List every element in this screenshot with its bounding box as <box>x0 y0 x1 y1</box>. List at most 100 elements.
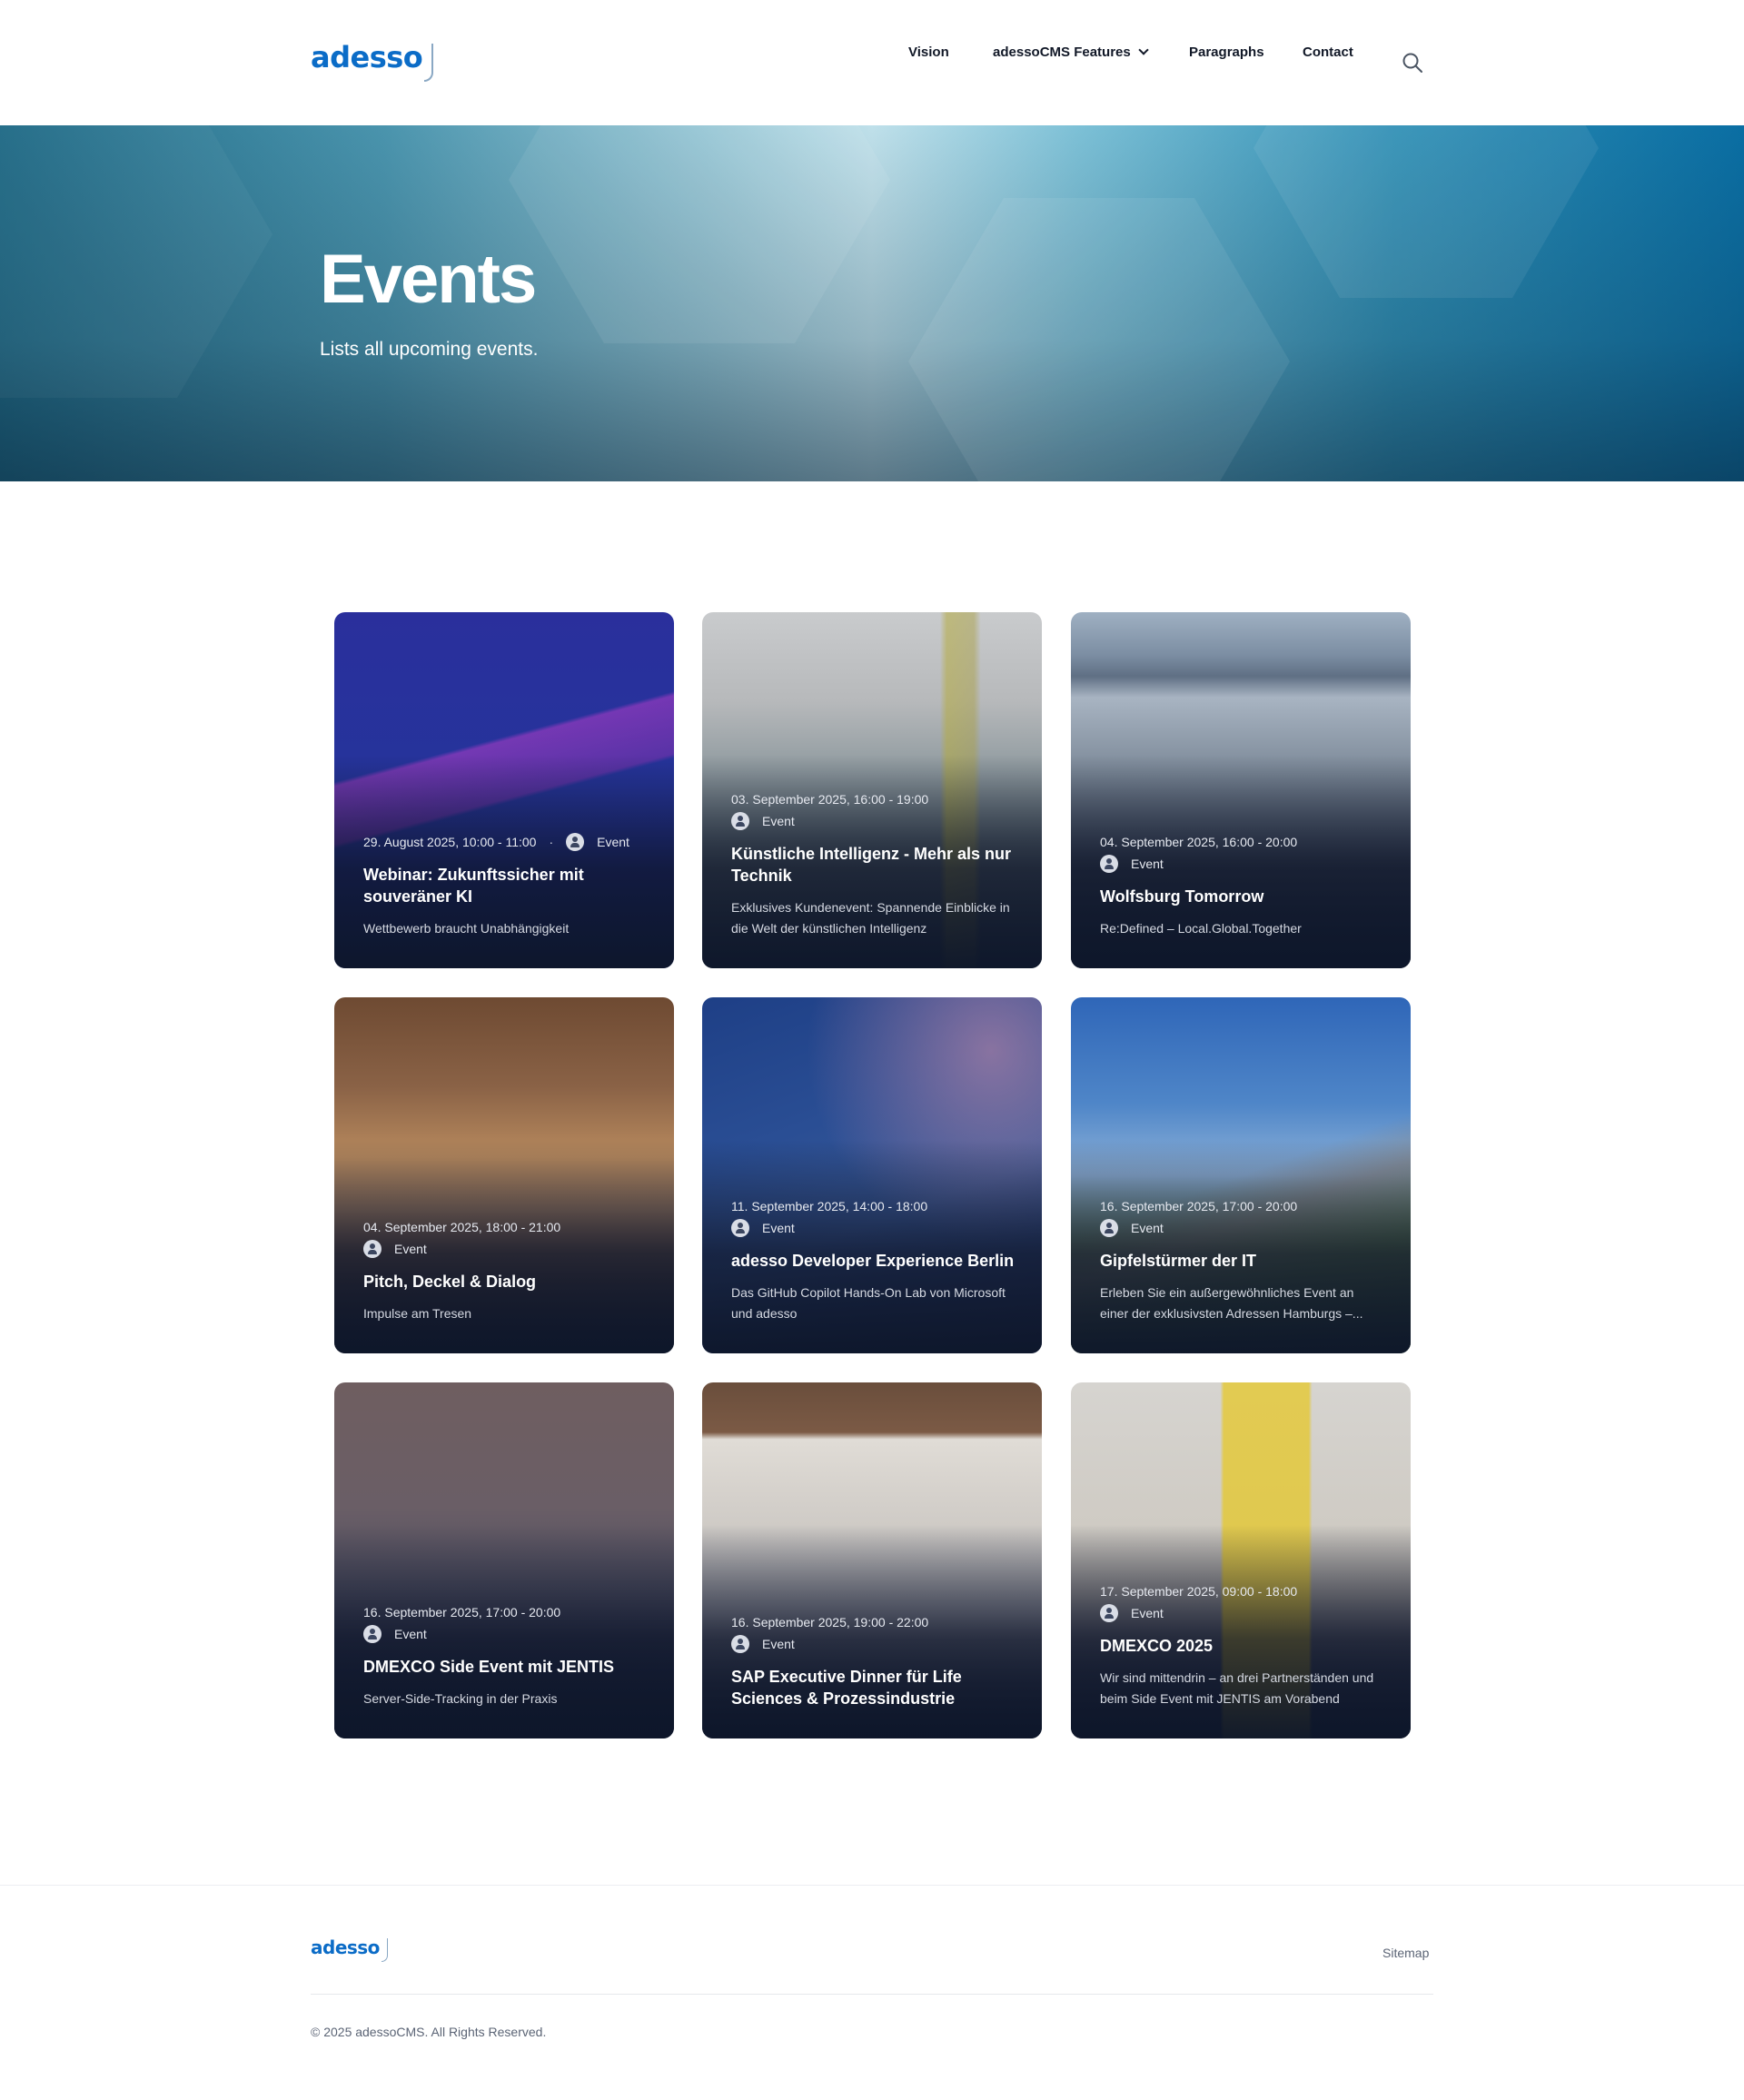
event-card-content: 16. September 2025, 17:00 - 20:00 Event … <box>363 1605 647 1709</box>
event-date: 16. September 2025, 17:00 - 20:00 <box>1100 1199 1298 1213</box>
hero-hexagon-decoration <box>908 198 1290 481</box>
event-title: Gipfelstürmer der IT <box>1100 1252 1257 1270</box>
event-date: 03. September 2025, 16:00 - 19:00 <box>731 792 929 807</box>
event-type-label: Event <box>394 1242 427 1256</box>
event-description: Exklusives Kundenevent: Spannende Einbli… <box>731 900 1010 936</box>
event-title: Künstliche Intelligenz - Mehr als nur Te… <box>731 845 1012 885</box>
nav-item-vision[interactable]: Vision <box>908 45 949 60</box>
person-icon <box>1100 1604 1118 1622</box>
sitemap-link[interactable]: Sitemap <box>1382 1946 1429 1960</box>
nav-item-contact[interactable]: Contact <box>1303 45 1353 60</box>
person-icon <box>1100 855 1118 873</box>
event-type-label: Event <box>1131 1221 1164 1235</box>
event-card[interactable]: 04. September 2025, 18:00 - 21:00 Event … <box>334 997 674 1353</box>
event-type: Event <box>1100 1604 1164 1622</box>
chevron-down-icon <box>1138 44 1149 55</box>
event-type: Event <box>363 1625 427 1643</box>
event-type: Event <box>1100 855 1164 873</box>
search-icon <box>1402 53 1422 73</box>
event-title: DMEXCO 2025 <box>1100 1637 1214 1655</box>
event-card-content: 03. September 2025, 16:00 - 19:00 Event … <box>731 792 1015 939</box>
event-card-content: 17. September 2025, 09:00 - 18:00 Event … <box>1100 1584 1383 1709</box>
event-title: DMEXCO Side Event mit JENTIS <box>363 1658 615 1676</box>
hero-hexagon-decoration <box>1254 125 1599 298</box>
event-card-content: 16. September 2025, 19:00 - 22:00 Event … <box>731 1615 1015 1709</box>
event-card[interactable]: 11. September 2025, 14:00 - 18:00 Event … <box>702 997 1042 1353</box>
event-card[interactable]: 16. September 2025, 19:00 - 22:00 Event … <box>702 1382 1042 1738</box>
adesso-logo[interactable]: adesso <box>311 40 434 82</box>
event-card[interactable]: 16. September 2025, 17:00 - 20:00 Event … <box>1071 997 1411 1353</box>
event-type-label: Event <box>1131 857 1164 871</box>
event-date: 16. September 2025, 19:00 - 22:00 <box>731 1615 929 1629</box>
event-title: Webinar: Zukunftssicher mit souveräner K… <box>363 866 584 906</box>
search-button[interactable] <box>1401 51 1424 74</box>
event-type: Event <box>1100 1219 1164 1237</box>
event-card[interactable]: 04. September 2025, 16:00 - 20:00 Event … <box>1071 612 1411 968</box>
person-icon <box>363 1240 382 1258</box>
meta-separator: · <box>549 835 554 849</box>
event-card[interactable]: 03. September 2025, 16:00 - 19:00 Event … <box>702 612 1042 968</box>
event-description: Das GitHub Copilot Hands-On Lab von Micr… <box>731 1285 1006 1321</box>
person-icon <box>1100 1219 1118 1237</box>
event-date: 04. September 2025, 16:00 - 20:00 <box>1100 835 1298 849</box>
event-card[interactable]: 16. September 2025, 17:00 - 20:00 Event … <box>334 1382 674 1738</box>
hero-banner: Events Lists all upcoming events. <box>0 125 1744 481</box>
event-title: adesso Developer Experience Berlin <box>731 1252 1015 1270</box>
event-card[interactable]: 29. August 2025, 10:00 - 11:00 · Event W… <box>334 612 674 968</box>
person-icon <box>731 1219 749 1237</box>
footer-logo[interactable]: adesso <box>311 1937 388 1962</box>
copyright-text: © 2025 adessoCMS. All Rights Reserved. <box>311 2025 547 2039</box>
event-meta: 17. September 2025, 09:00 - 18:00 Event <box>1100 1584 1383 1622</box>
logo-mark-icon <box>424 44 434 82</box>
event-card-content: 16. September 2025, 17:00 - 20:00 Event … <box>1100 1199 1383 1324</box>
person-icon <box>731 812 749 830</box>
event-type: Event <box>566 833 629 851</box>
event-title: SAP Executive Dinner für Life Sciences &… <box>731 1668 962 1708</box>
nav-item-paragraphs[interactable]: Paragraphs <box>1189 45 1264 60</box>
event-date: 29. August 2025, 10:00 - 11:00 <box>363 835 537 849</box>
event-meta: 16. September 2025, 19:00 - 22:00 Event <box>731 1615 1015 1653</box>
event-description: Server-Side-Tracking in der Praxis <box>363 1691 558 1706</box>
hero-hexagon-decoration <box>509 125 890 343</box>
nav-item-adessocms-features[interactable]: adessoCMS Features <box>993 44 1149 60</box>
event-date: 16. September 2025, 17:00 - 20:00 <box>363 1605 561 1620</box>
footer-logo-text: adesso <box>311 1937 380 1958</box>
event-type: Event <box>731 812 795 830</box>
event-title: Pitch, Deckel & Dialog <box>363 1273 537 1291</box>
event-type: Event <box>731 1219 795 1237</box>
event-meta: 11. September 2025, 14:00 - 18:00 Event <box>731 1199 1015 1237</box>
logo-text: adesso <box>311 40 423 74</box>
event-title: Wolfsburg Tomorrow <box>1100 887 1264 906</box>
event-date: 17. September 2025, 09:00 - 18:00 <box>1100 1584 1298 1599</box>
event-description: Impulse am Tresen <box>363 1306 472 1321</box>
event-date: 04. September 2025, 18:00 - 21:00 <box>363 1220 561 1234</box>
footer-divider-top <box>0 1885 1744 1886</box>
person-icon <box>731 1635 749 1653</box>
event-type: Event <box>731 1635 795 1653</box>
page-title: Events <box>320 241 537 318</box>
event-meta: 16. September 2025, 17:00 - 20:00 Event <box>363 1605 647 1643</box>
event-card-content: 04. September 2025, 18:00 - 21:00 Event … <box>363 1220 647 1324</box>
event-meta: 04. September 2025, 18:00 - 21:00 Event <box>363 1220 647 1258</box>
event-card-content: 29. August 2025, 10:00 - 11:00 · Event W… <box>363 833 647 939</box>
person-icon <box>363 1625 382 1643</box>
event-meta: 16. September 2025, 17:00 - 20:00 Event <box>1100 1199 1383 1237</box>
event-type-label: Event <box>597 835 629 849</box>
hero-hexagon-decoration <box>0 125 272 398</box>
nav-item-label: adessoCMS Features <box>993 44 1131 60</box>
event-type-label: Event <box>1131 1606 1164 1620</box>
event-type-label: Event <box>394 1627 427 1641</box>
event-meta: 04. September 2025, 16:00 - 20:00 Event <box>1100 835 1383 873</box>
footer-divider <box>311 1994 1433 1995</box>
person-icon <box>566 833 585 851</box>
event-card[interactable]: 17. September 2025, 09:00 - 18:00 Event … <box>1071 1382 1411 1738</box>
event-description: Re:Defined – Local.Global.Together <box>1100 921 1302 936</box>
event-type: Event <box>363 1240 427 1258</box>
page-subtitle: Lists all upcoming events. <box>320 339 539 360</box>
logo-mark-icon <box>381 1938 388 1962</box>
event-meta: 29. August 2025, 10:00 - 11:00 · Event <box>363 833 647 851</box>
event-card-content: 11. September 2025, 14:00 - 18:00 Event … <box>731 1199 1015 1324</box>
site-header: adesso Vision adessoCMS Features Paragra… <box>0 0 1744 125</box>
event-type-label: Event <box>762 1637 795 1651</box>
event-meta: 03. September 2025, 16:00 - 19:00 Event <box>731 792 1015 830</box>
